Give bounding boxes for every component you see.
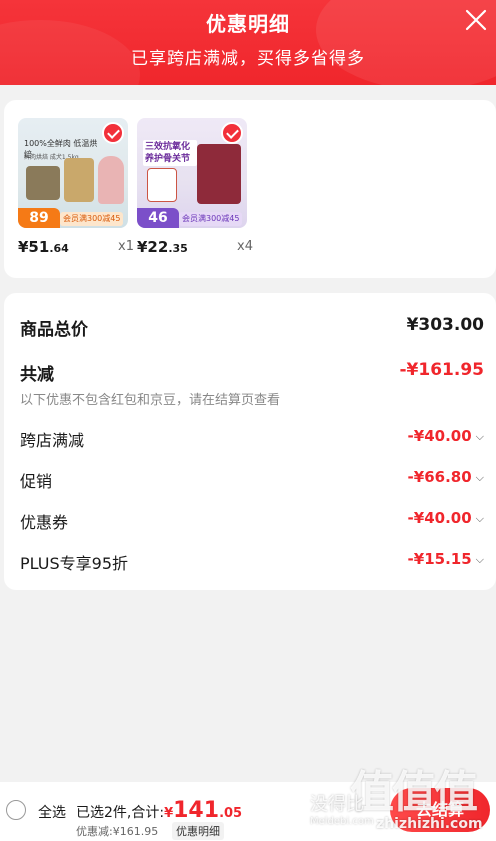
price-main: ¥51 — [18, 238, 50, 256]
discount-item-label: 促销 — [20, 472, 53, 491]
product-image[interactable]: 三效抗氧化 养护骨关节 46 会员满300减45 — [137, 118, 247, 228]
chevron-down-icon[interactable]: ⌵ — [476, 430, 484, 444]
total-dec: .05 — [219, 806, 243, 821]
discount-note: 以下优惠不包含红包和京豆，请在结算页查看 — [20, 393, 281, 408]
discount-item-value: -¥15.15 — [407, 550, 472, 568]
product-image[interactable]: 100%全鲜肉 低温烘焙 鲜肉烘焙 成犬1.5kg 89 会员满300减45 — [18, 118, 128, 228]
product-pack-icon — [147, 168, 177, 202]
product-pack-icon — [64, 158, 94, 202]
price-decimal: .35 — [168, 242, 188, 255]
person-figure-icon — [98, 156, 124, 204]
chevron-down-icon[interactable]: ⌵ — [476, 512, 484, 526]
product-image-text: 三效抗氧化 养护骨关节 — [143, 140, 197, 166]
badge-price: 89 — [18, 208, 60, 228]
page-title: 优惠明细 — [206, 12, 290, 36]
page-subtitle: 已享跨店满减，买得多省得多 — [131, 49, 365, 69]
total-yen: ¥ — [164, 806, 174, 821]
product-price: ¥22.35 — [137, 238, 188, 256]
product-pack-icon — [197, 144, 241, 204]
discount-item-value: -¥40.00 — [407, 509, 472, 527]
select-all-label[interactable]: 全选 — [38, 802, 66, 822]
total-price: ¥141.05 — [164, 798, 243, 823]
discount-item-value: -¥66.80 — [407, 468, 472, 486]
selected-check-icon — [102, 122, 124, 144]
product-pack-icon — [26, 166, 60, 200]
chevron-down-icon[interactable]: ⌵ — [476, 553, 484, 567]
price-main: ¥22 — [137, 238, 169, 256]
goods-total-label: 商品总价 — [20, 320, 88, 340]
product-price: ¥51.64 — [18, 238, 69, 256]
discount-summary: 优惠减:¥161.95 — [76, 825, 159, 838]
price-decimal: .64 — [49, 242, 69, 255]
header: 优惠明细 已享跨店满减，买得多省得多 — [0, 0, 496, 85]
discount-detail-card: 商品总价 ¥303.00 共减 -¥161.95 以下优惠不包含红包和京豆，请在… — [4, 293, 496, 590]
reduction-value: -¥161.95 — [399, 360, 485, 380]
product-item[interactable]: 三效抗氧化 养护骨关节 46 会员满300减45 ¥22.35 x4 — [137, 118, 253, 256]
discount-item-label: 跨店满减 — [20, 431, 85, 450]
discount-item-label: PLUS专享95折 — [20, 554, 128, 573]
selected-check-icon — [221, 122, 243, 144]
product-quantity: x1 — [118, 239, 134, 254]
discount-item-label: 优惠券 — [20, 513, 69, 532]
badge-promo: 会员满300减45 — [60, 212, 124, 226]
selected-summary: 已选2件,合计:¥141.05 — [76, 798, 242, 823]
badge-price: 46 — [137, 208, 179, 228]
reduction-label: 共减 — [20, 365, 54, 385]
goods-total-value: ¥303.00 — [406, 315, 484, 335]
checkout-bar: 全选 已选2件,合计:¥141.05 优惠减:¥161.95 优惠明细 去结算 — [0, 782, 496, 841]
discount-item-value: -¥40.00 — [407, 427, 472, 445]
product-item[interactable]: 100%全鲜肉 低温烘焙 鲜肉烘焙 成犬1.5kg 89 会员满300减45 ¥… — [18, 118, 134, 256]
total-int: 141 — [173, 798, 220, 823]
selected-count-text: 已选2件,合计: — [76, 805, 165, 821]
close-icon[interactable] — [464, 8, 488, 32]
discount-detail-link[interactable]: 优惠明细 — [172, 822, 224, 840]
product-list-card: 100%全鲜肉 低温烘焙 鲜肉烘焙 成犬1.5kg 89 会员满300减45 ¥… — [4, 100, 496, 278]
badge-promo: 会员满300减45 — [179, 212, 243, 226]
product-quantity: x4 — [237, 239, 253, 254]
checkout-button[interactable]: 去结算 — [390, 788, 490, 832]
select-all-radio[interactable] — [6, 800, 26, 820]
chevron-down-icon[interactable]: ⌵ — [476, 471, 484, 485]
